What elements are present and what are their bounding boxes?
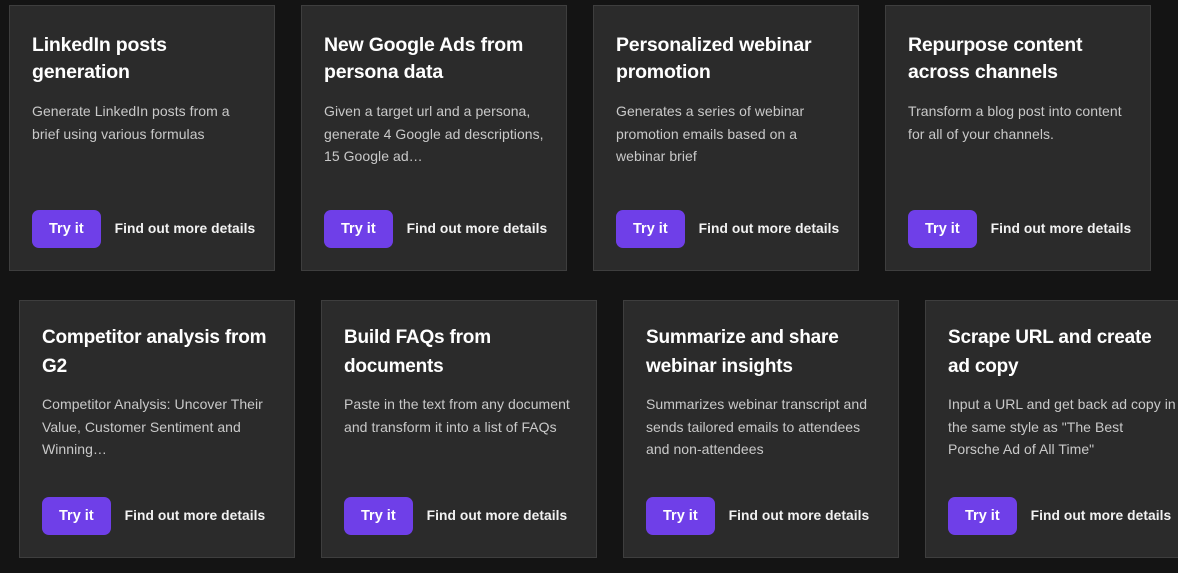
card-spacer	[948, 461, 1178, 497]
card-description: Generates a series of webinar promotion …	[616, 103, 805, 164]
card-title: Competitor analysis from G2	[42, 327, 267, 377]
try-it-button[interactable]: Try it	[32, 209, 101, 248]
template-gallery: LinkedIn posts generation Generate Linke…	[0, 0, 1178, 573]
card-description: Transform a blog post into content for a…	[908, 103, 1122, 142]
card-title: Repurpose content across channels	[908, 34, 1083, 83]
card-actions: Try it Find out more details	[42, 496, 272, 535]
template-card[interactable]: New Google Ads from persona data Given a…	[301, 5, 567, 271]
card-spacer	[616, 168, 836, 210]
card-description: Input a URL and get back ad copy in the …	[948, 396, 1176, 457]
template-card[interactable]: Build FAQs from documents Paste in the t…	[321, 300, 597, 558]
card-actions: Try it Find out more details	[908, 209, 1131, 248]
card-title: Build FAQs from documents	[344, 327, 491, 377]
card-title: Scrape URL and create ad copy	[948, 327, 1152, 377]
find-out-more-link[interactable]: Find out more details	[729, 508, 870, 523]
card-actions: Try it Find out more details	[324, 209, 547, 248]
card-description: Given a target url and a persona, genera…	[324, 103, 544, 164]
template-card[interactable]: Repurpose content across channels Transf…	[885, 5, 1151, 271]
card-description: Paste in the text from any document and …	[344, 396, 570, 435]
template-card[interactable]: Scrape URL and create ad copy Input a UR…	[925, 300, 1178, 558]
find-out-more-link[interactable]: Find out more details	[1031, 508, 1172, 523]
card-title: New Google Ads from persona data	[324, 34, 524, 83]
template-row-2: Competitor analysis from G2 Competitor A…	[19, 300, 1178, 558]
card-spacer	[344, 438, 574, 497]
try-it-button[interactable]: Try it	[42, 496, 111, 535]
card-actions: Try it Find out more details	[32, 209, 255, 248]
card-spacer	[42, 461, 272, 497]
find-out-more-link[interactable]: Find out more details	[407, 221, 548, 236]
try-it-button[interactable]: Try it	[324, 209, 393, 248]
card-title: Personalized webinar promotion	[616, 34, 812, 83]
card-title: Summarize and share webinar insights	[646, 327, 839, 377]
card-spacer	[908, 145, 1128, 210]
card-description: Summarizes webinar transcript and sends …	[646, 396, 868, 457]
card-actions: Try it Find out more details	[646, 496, 876, 535]
card-actions: Try it Find out more details	[948, 496, 1178, 535]
card-actions: Try it Find out more details	[344, 496, 574, 535]
try-it-button[interactable]: Try it	[908, 209, 977, 248]
find-out-more-link[interactable]: Find out more details	[427, 508, 568, 523]
template-card[interactable]: LinkedIn posts generation Generate Linke…	[9, 5, 275, 271]
try-it-button[interactable]: Try it	[616, 209, 685, 248]
card-title: LinkedIn posts generation	[32, 34, 167, 83]
try-it-button[interactable]: Try it	[948, 496, 1017, 535]
try-it-button[interactable]: Try it	[646, 496, 715, 535]
card-spacer	[32, 145, 252, 210]
find-out-more-link[interactable]: Find out more details	[991, 221, 1132, 236]
try-it-button[interactable]: Try it	[344, 496, 413, 535]
template-card[interactable]: Competitor analysis from G2 Competitor A…	[19, 300, 295, 558]
card-spacer	[324, 168, 544, 210]
find-out-more-link[interactable]: Find out more details	[125, 508, 266, 523]
find-out-more-link[interactable]: Find out more details	[699, 221, 840, 236]
template-card[interactable]: Personalized webinar promotion Generates…	[593, 5, 859, 271]
card-spacer	[646, 461, 876, 497]
card-description: Competitor Analysis: Uncover Their Value…	[42, 396, 263, 457]
template-row-1: LinkedIn posts generation Generate Linke…	[9, 5, 1151, 271]
card-description: Generate LinkedIn posts from a brief usi…	[32, 103, 230, 142]
find-out-more-link[interactable]: Find out more details	[115, 221, 256, 236]
card-actions: Try it Find out more details	[616, 209, 839, 248]
template-card[interactable]: Summarize and share webinar insights Sum…	[623, 300, 899, 558]
